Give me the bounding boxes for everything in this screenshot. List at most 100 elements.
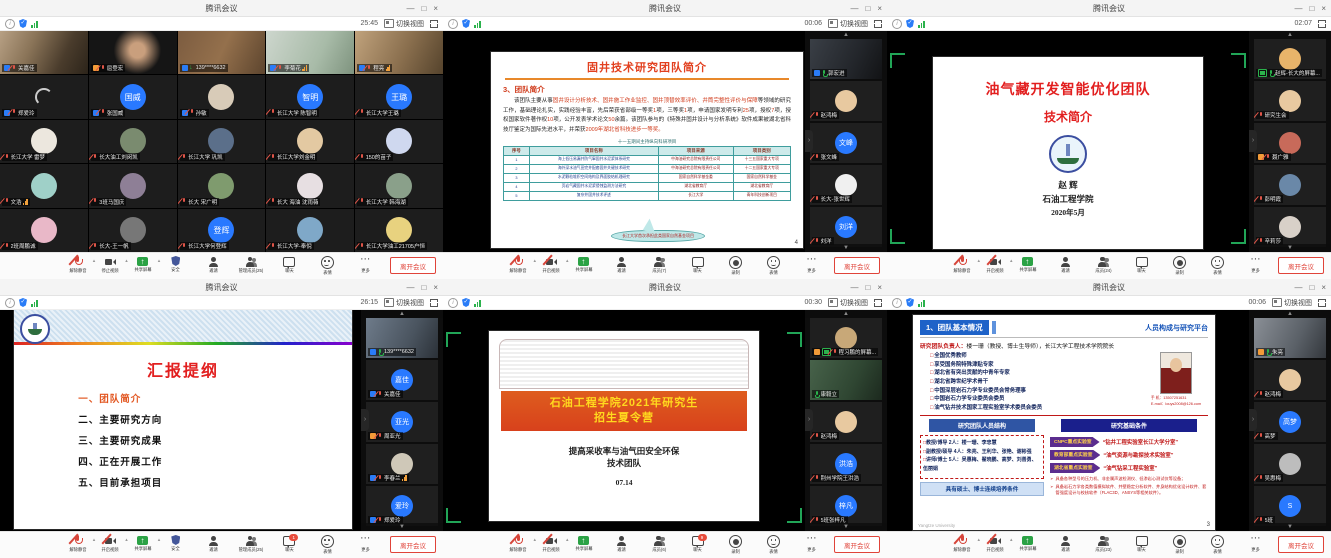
tool-more-button[interactable]: 更多 <box>350 535 380 553</box>
minimize-button[interactable]: — <box>850 4 858 13</box>
participant-tile[interactable]: 屈登宏 <box>89 31 177 74</box>
leave-meeting-button[interactable]: 离开会议 <box>834 536 880 553</box>
fullscreen-icon[interactable] <box>874 299 882 307</box>
participant-tile[interactable]: 长大 宋广明 <box>178 164 266 207</box>
meeting-info-icon[interactable]: i <box>448 19 458 29</box>
participant-tile[interactable]: 康毅立 <box>810 360 882 400</box>
participant-tile[interactable]: 辛莉莎 <box>1254 207 1326 247</box>
participant-tile[interactable]: 2班周鹏诚 <box>0 209 88 252</box>
minimize-button[interactable]: — <box>1294 283 1302 292</box>
participant-tile[interactable]: 朱亮 <box>1254 318 1326 358</box>
participant-tile[interactable]: 登辉长江大学何登辉 <box>178 209 266 252</box>
participant-tile[interactable]: 李春兰 <box>366 444 438 484</box>
tool-cam-button[interactable]: 开启视频 <box>980 535 1010 553</box>
switch-view-button[interactable]: 切换视图 <box>384 19 424 29</box>
participant-tile[interactable]: 洪浩荆州学院王洪浩 <box>810 444 882 484</box>
tool-person-button[interactable]: 邀请 <box>198 256 228 274</box>
meeting-info-icon[interactable]: i <box>5 19 15 29</box>
tool-share-button[interactable]: 共享屏幕 <box>569 535 599 552</box>
participant-tile[interactable]: 长江大学 雷梦 <box>0 120 88 163</box>
participant-tile[interactable]: 长江大学 巩凯 <box>178 120 266 163</box>
tool-mic-button[interactable]: 解除静音 <box>503 535 533 553</box>
participant-tile[interactable]: 李菊花 <box>266 31 354 74</box>
tool-chat-button[interactable]: 1聊天 <box>274 535 304 553</box>
participant-tile[interactable]: 长江大学油工21705户恒 <box>355 209 443 252</box>
maximize-button[interactable]: □ <box>1309 283 1314 292</box>
participant-tile[interactable]: 高梦高梦 <box>1254 402 1326 442</box>
tool-emoji-button[interactable]: 表情 <box>1203 535 1233 555</box>
participant-tile[interactable]: 长江大学 韩海湖 <box>355 164 443 207</box>
tool-cam-button[interactable]: 开启视频 <box>95 535 125 553</box>
participant-tile[interactable]: 赵鸿梅 <box>810 402 882 442</box>
tool-rec-button[interactable]: 录制 <box>1165 535 1195 555</box>
participant-tile[interactable]: 孙敏 <box>178 75 266 118</box>
tool-rec-button[interactable]: 录制 <box>721 256 751 276</box>
meeting-info-icon[interactable]: i <box>892 19 902 29</box>
participant-tile[interactable]: 139****6632 <box>366 318 438 358</box>
sidebar-scroll-up[interactable]: ▲ <box>805 31 887 39</box>
participant-tile[interactable]: 150的苗子 <box>355 120 443 163</box>
maximize-button[interactable]: □ <box>865 283 870 292</box>
maximize-button[interactable]: □ <box>1309 4 1314 13</box>
sidebar-scroll-up[interactable]: ▲ <box>805 310 887 318</box>
maximize-button[interactable]: □ <box>421 283 426 292</box>
fullscreen-icon[interactable] <box>430 20 438 28</box>
sidebar-scroll-up[interactable]: ▲ <box>1249 31 1331 39</box>
participant-tile[interactable]: 长大-王一帆 <box>89 209 177 252</box>
tool-more-button[interactable]: 更多 <box>1241 535 1271 553</box>
participant-tile[interactable]: 研究生会 <box>1254 81 1326 121</box>
sidebar-scroll-up[interactable]: ▲ <box>1249 310 1331 318</box>
participant-tile[interactable]: 3班马国庆 <box>89 164 177 207</box>
tool-share-button[interactable]: 共享屏幕 <box>569 256 599 273</box>
participant-tile[interactable]: 139****6632 <box>178 31 266 74</box>
participant-tile[interactable]: 吴惠梅 <box>1254 444 1326 484</box>
tool-cam-button[interactable]: 开启视频 <box>536 535 566 553</box>
tool-emoji-button[interactable]: 表情 <box>759 256 789 276</box>
participant-tile[interactable]: 程亮 <box>355 31 443 74</box>
participant-tile[interactable]: 刘洋刘洋 <box>810 207 882 247</box>
maximize-button[interactable]: □ <box>865 4 870 13</box>
participant-tile[interactable]: S5班 <box>1254 486 1326 526</box>
participant-tile[interactable]: 关嘉佳 <box>0 31 88 74</box>
fullscreen-icon[interactable] <box>1318 20 1326 28</box>
tool-mic-button[interactable]: 解除静音 <box>63 256 93 274</box>
participant-tile[interactable]: 长江大学-奉倪 <box>266 209 354 252</box>
leave-meeting-button[interactable]: 离开会议 <box>390 257 436 274</box>
participant-tile[interactable]: 嘉佳关嘉佳 <box>366 360 438 400</box>
leave-meeting-button[interactable]: 离开会议 <box>834 257 880 274</box>
fullscreen-icon[interactable] <box>1318 299 1326 307</box>
tool-chat-button[interactable]: 聊天 <box>274 256 304 274</box>
participant-tile[interactable]: 国威张国威 <box>89 75 177 118</box>
tool-people-button[interactable]: 管理成员(25) <box>236 535 266 553</box>
tool-more-button[interactable]: 更多 <box>1241 256 1271 274</box>
tool-emoji-button[interactable]: 表情 <box>312 535 342 555</box>
participant-tile[interactable]: 长大 海油 沈雨薇 <box>266 164 354 207</box>
tool-people-button[interactable]: 成员(7) <box>645 256 675 274</box>
meeting-info-icon[interactable]: i <box>448 298 458 308</box>
tool-share-button[interactable]: 共享屏幕 <box>1013 256 1043 273</box>
sidebar-scroll-down[interactable]: ▼ <box>1249 244 1331 252</box>
participant-tile[interactable]: 聂广雅 <box>1254 123 1326 163</box>
meeting-info-icon[interactable]: i <box>892 298 902 308</box>
tool-emoji-button[interactable]: 表情 <box>312 256 342 276</box>
participant-tile[interactable]: 亚光周亚光 <box>366 402 438 442</box>
tool-cam-button[interactable]: 停止视频 <box>95 256 125 274</box>
close-button[interactable]: × <box>1321 283 1326 292</box>
tool-rec-button[interactable]: 录制 <box>1165 256 1195 276</box>
participant-tile[interactable]: 智明长江大学 陈智明 <box>266 75 354 118</box>
sidebar-collapse-handle[interactable]: › <box>805 130 813 152</box>
sidebar-scroll-down[interactable]: ▼ <box>1249 523 1331 531</box>
tool-chat-button[interactable]: 聊天 <box>683 256 713 274</box>
leave-meeting-button[interactable]: 离开会议 <box>390 536 436 553</box>
tool-person-button[interactable]: 邀请 <box>1051 256 1081 274</box>
tool-more-button[interactable]: 更多 <box>797 256 827 274</box>
participant-tile[interactable]: 梓凡5班张梓凡 <box>810 486 882 526</box>
participant-tile[interactable]: 郑爱玲 <box>0 75 88 118</box>
tool-people-button[interactable]: 成员(23) <box>1089 535 1119 553</box>
tool-share-button[interactable]: 共享屏幕 <box>1013 535 1043 552</box>
tool-person-button[interactable]: 邀请 <box>198 535 228 553</box>
participant-tile[interactable]: 长大-张世辉 <box>810 165 882 205</box>
participant-tile[interactable]: 文峰张文峰 <box>810 123 882 163</box>
participant-tile[interactable]: 程习鹏的屏幕... <box>810 318 882 358</box>
sidebar-collapse-handle[interactable]: › <box>361 409 369 431</box>
